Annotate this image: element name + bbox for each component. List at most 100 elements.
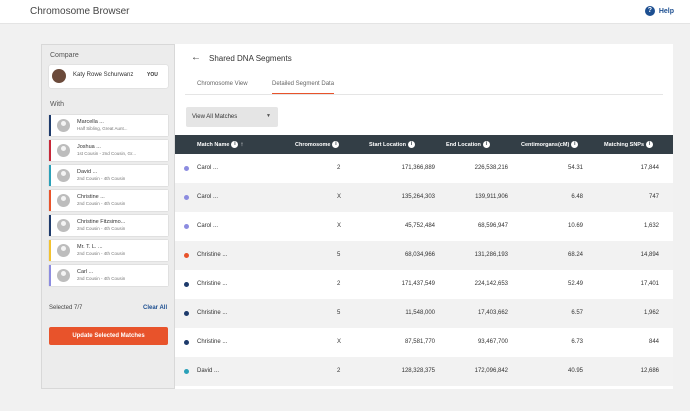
tab-divider — [185, 94, 663, 95]
app-title: Chromosome Browser — [30, 6, 130, 17]
match-card[interactable]: Joshua ... 1st Cousin - 2nd Cousin, Gr... — [49, 140, 168, 161]
back-arrow-icon[interactable]: ← — [191, 52, 201, 63]
table-body: Carol ... 2 171,366,889 226,538,216 54.31 17,… — [175, 154, 673, 386]
match-color-dot — [184, 311, 189, 316]
cell-centimorgans: 40.95 — [567, 368, 583, 374]
help-label: Help — [658, 7, 674, 15]
info-icon[interactable]: i — [482, 141, 490, 148]
match-card[interactable]: Marcella ... Half Sibling, Great Aunt... — [49, 115, 168, 136]
cell-matching-snps: 17,844 — [640, 165, 659, 171]
info-icon[interactable]: i — [332, 141, 340, 148]
cell-start-location: 135,264,303 — [401, 194, 435, 200]
table-row[interactable]: Christine ... X 87,581,770 93,467,700 6.73 84… — [175, 328, 673, 357]
table-row[interactable]: Christine ... 5 68,034,966 131,286,193 68.24… — [175, 241, 673, 270]
match-card[interactable]: Christine Fitzsimo... 2nd Cousin - 4th Co… — [49, 215, 168, 236]
sort-up-icon[interactable]: ↑ — [240, 142, 243, 148]
cell-match-name: Carol ... — [197, 194, 219, 200]
cell-match-name: Carol ... — [197, 223, 219, 229]
cell-match-name: Christine ... — [197, 252, 228, 258]
avatar — [57, 144, 70, 157]
update-selected-matches-button[interactable]: Update Selected Matches — [49, 327, 168, 345]
match-card-relationship: 2nd Cousin - 4th Cousin — [77, 276, 126, 281]
chevron-down-icon: ▼ — [266, 113, 271, 119]
cell-centimorgans: 6.48 — [571, 194, 583, 200]
cell-chromosome: 2 — [337, 368, 341, 374]
match-card[interactable]: Carl ... 2nd Cousin - 4th Cousin — [49, 265, 168, 286]
avatar — [52, 69, 66, 83]
match-card-name: Christine Fitzsimo... — [77, 219, 126, 225]
col-match-name[interactable]: Match Name i ↑ — [197, 141, 243, 148]
match-card[interactable]: David ... 2nd Cousin - 4th Cousin — [49, 165, 168, 186]
top-bar: Chromosome Browser ? Help — [0, 0, 690, 24]
info-icon[interactable]: i — [571, 141, 579, 148]
avatar — [57, 169, 70, 182]
cell-chromosome: 2 — [337, 281, 341, 287]
cell-chromosome: X — [337, 223, 342, 229]
cell-centimorgans: 6.57 — [571, 310, 583, 316]
col-chromosome[interactable]: Chromosome i — [295, 141, 340, 148]
tab-detailed-segment-data[interactable]: Detailed Segment Data — [272, 81, 335, 94]
table-row[interactable]: Carol ... X 135,264,303 139,911,906 6.48 747 — [175, 183, 673, 212]
cell-end-location: 172,096,842 — [474, 368, 508, 374]
cell-centimorgans: 54.31 — [567, 165, 583, 171]
col-match-name-label: Match Name — [197, 141, 230, 148]
match-filter-dropdown[interactable]: View All Matches ▼ — [186, 107, 278, 127]
cell-end-location: 131,286,193 — [474, 252, 508, 258]
match-card-name: Carl ... — [77, 269, 94, 275]
clear-all-link[interactable]: Clear All — [143, 305, 167, 311]
col-end-location[interactable]: End Location i — [446, 141, 490, 148]
segments-panel: ← Shared DNA Segments Chromosome View De… — [175, 44, 673, 389]
match-color-dot — [184, 166, 189, 171]
info-icon[interactable]: i — [646, 141, 654, 148]
avatar — [57, 194, 70, 207]
you-card: Katy Rowe Schurwanz YOU — [49, 65, 168, 88]
cell-start-location: 68,034,966 — [404, 252, 435, 258]
match-card-name: Marcella ... — [77, 119, 104, 125]
table-header: Match Name i ↑ Chromosome i Start Locati… — [175, 135, 673, 154]
match-card-relationship: 2nd Cousin - 4th Cousin — [77, 201, 126, 206]
you-tag: YOU — [147, 72, 158, 78]
cell-match-name: Carol ... — [197, 165, 219, 171]
cell-match-name: David ... — [197, 368, 220, 374]
match-card-name: David ... — [77, 169, 98, 175]
col-chromosome-label: Chromosome — [295, 141, 331, 148]
cell-chromosome: 5 — [337, 252, 341, 258]
segment-table: Match Name i ↑ Chromosome i Start Locati… — [175, 135, 673, 386]
match-color-dot — [184, 340, 189, 345]
table-row[interactable]: Christine ... 5 11,548,000 17,403,662 6.57 1,… — [175, 299, 673, 328]
cell-match-name: Christine ... — [197, 339, 228, 345]
table-row[interactable]: Carol ... X 45,752,484 68,596,947 10.69 1,632 — [175, 212, 673, 241]
cell-centimorgans: 6.73 — [571, 339, 583, 345]
cell-matching-snps: 12,686 — [640, 368, 659, 374]
table-row[interactable]: Christine ... 2 171,437,549 224,142,653 52.4… — [175, 270, 673, 299]
col-end-label: End Location — [446, 141, 481, 148]
cell-start-location: 87,581,770 — [404, 339, 435, 345]
tab-chromosome-view[interactable]: Chromosome View — [197, 81, 248, 94]
avatar — [57, 119, 70, 132]
table-row[interactable]: Carol ... 2 171,366,889 226,538,216 54.31 17,… — [175, 154, 673, 183]
cell-matching-snps: 1,632 — [643, 223, 659, 229]
col-matching-snps[interactable]: Matching SNPs i — [604, 141, 654, 148]
col-start-location[interactable]: Start Location i — [369, 141, 415, 148]
compare-heading: Compare — [50, 52, 79, 59]
match-color-dot — [184, 369, 189, 374]
match-card[interactable]: Christine ... 2nd Cousin - 4th Cousin — [49, 190, 168, 211]
cell-chromosome: 2 — [337, 165, 341, 171]
col-start-label: Start Location — [369, 141, 406, 148]
cell-chromosome: 5 — [337, 310, 341, 316]
info-icon[interactable]: i — [407, 141, 415, 148]
cell-end-location: 226,538,216 — [474, 165, 508, 171]
match-card-relationship: 2nd Cousin - 4th Cousin — [77, 176, 126, 181]
match-card-relationship: Half Sibling, Great Aunt... — [77, 126, 128, 131]
cell-start-location: 11,548,000 — [405, 310, 435, 316]
match-card-relationship: 1st Cousin - 2nd Cousin, Gr... — [77, 151, 137, 156]
avatar — [57, 244, 70, 257]
avatar — [57, 269, 70, 282]
col-centimorgans[interactable]: Centimorgans(cM) i — [521, 141, 579, 148]
help-link[interactable]: ? Help — [644, 6, 674, 16]
cell-end-location: 17,403,662 — [477, 310, 508, 316]
match-card[interactable]: Mr. T. L. ... 2nd Cousin - 4th Cousin — [49, 240, 168, 261]
table-row[interactable]: David ... 2 128,328,375 172,096,842 40.95 12,… — [175, 357, 673, 386]
info-icon[interactable]: i — [231, 141, 239, 148]
cell-matching-snps: 844 — [648, 339, 659, 345]
